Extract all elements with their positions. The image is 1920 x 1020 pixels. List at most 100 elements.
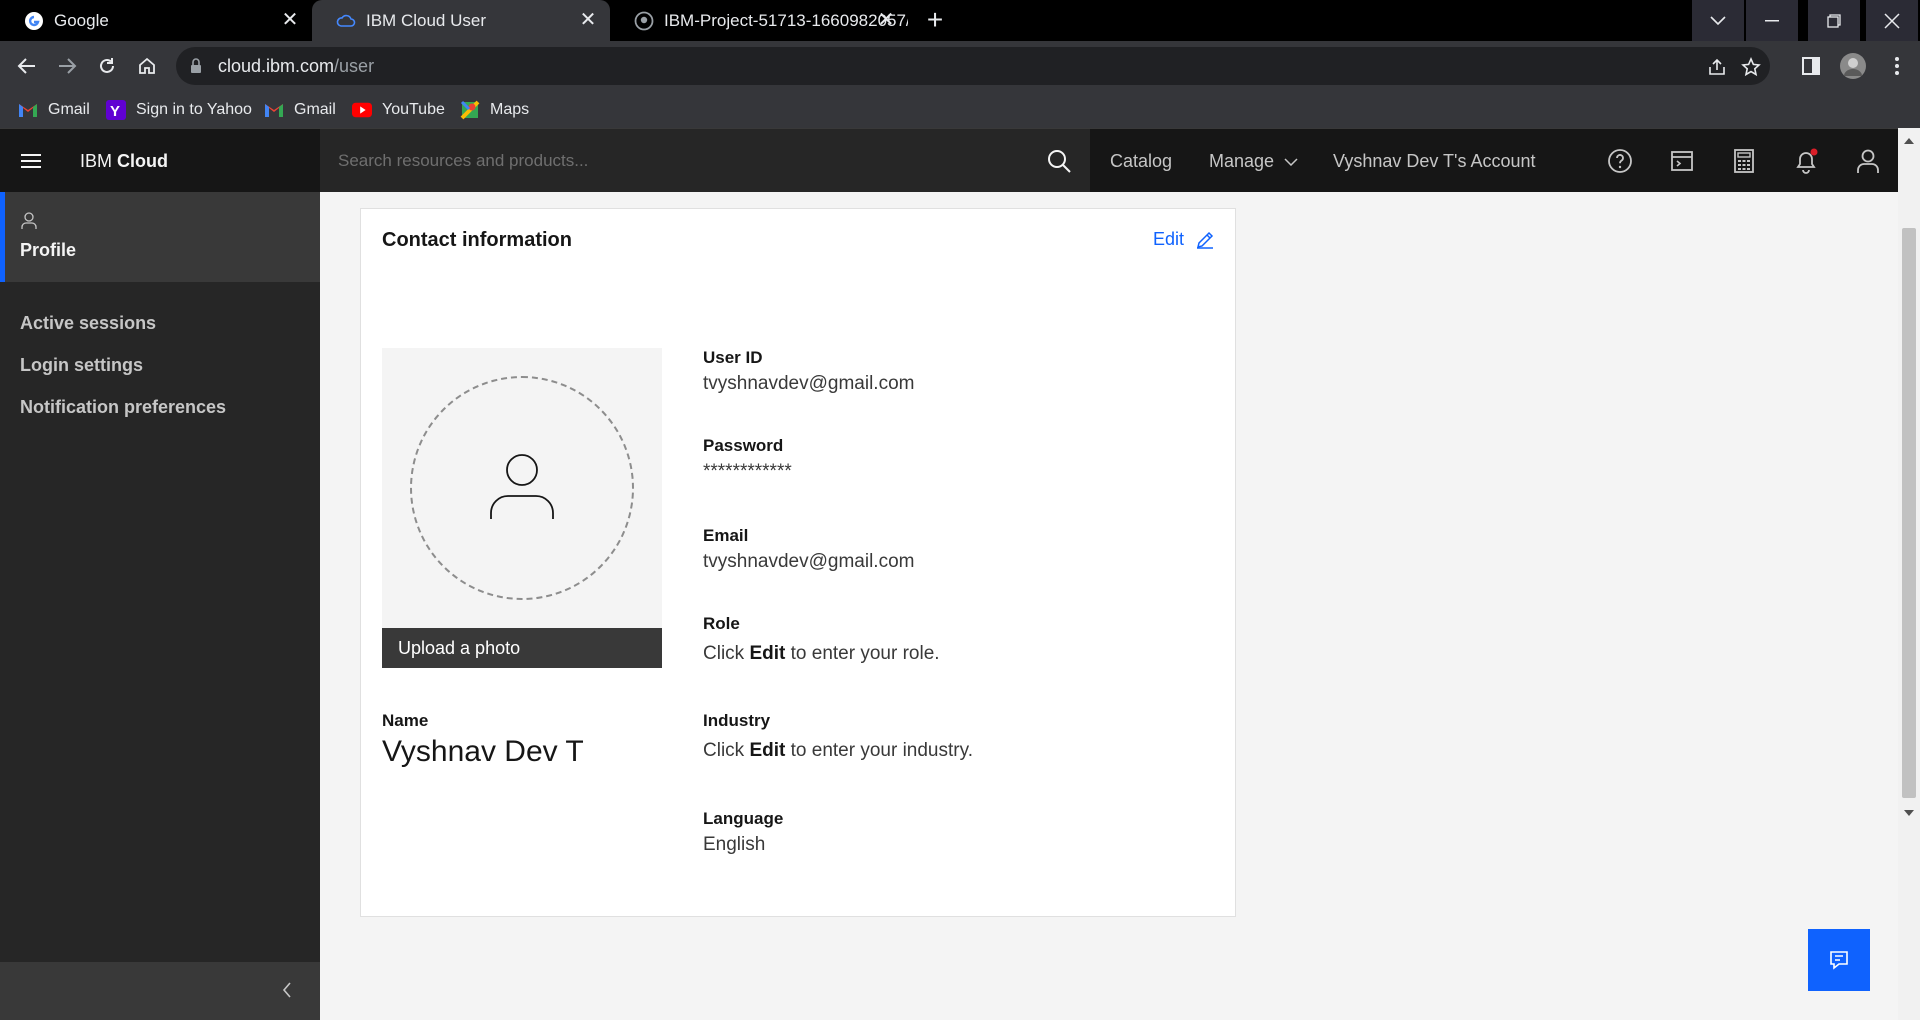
scroll-down-icon[interactable] bbox=[1903, 804, 1915, 822]
svg-text:Y: Y bbox=[110, 103, 120, 120]
account-switcher[interactable]: Vyshnav Dev T's Account bbox=[1333, 151, 1536, 172]
gmail-icon bbox=[18, 100, 38, 120]
back-arrow-icon bbox=[17, 58, 35, 74]
sidebar-item-login-settings[interactable]: Login settings bbox=[20, 355, 143, 376]
lock-icon bbox=[190, 58, 202, 79]
profile-photo bbox=[382, 348, 662, 628]
chevron-down-icon bbox=[1710, 15, 1726, 25]
sidebar-item-active-sessions[interactable]: Active sessions bbox=[20, 313, 156, 334]
manage-menu[interactable]: Manage bbox=[1209, 151, 1298, 172]
side-panel-icon bbox=[1802, 57, 1820, 75]
bookmark-star-icon[interactable] bbox=[1740, 56, 1762, 78]
feedback-button[interactable] bbox=[1808, 929, 1870, 991]
minimize-button[interactable] bbox=[1746, 0, 1798, 41]
bookmark-label: Sign in to Yahoo bbox=[136, 101, 252, 118]
search-input[interactable] bbox=[338, 145, 1018, 177]
catalog-link[interactable]: Catalog bbox=[1110, 151, 1172, 172]
reload-button[interactable] bbox=[92, 51, 122, 81]
restore-button[interactable] bbox=[1808, 0, 1860, 41]
scroll-up-icon[interactable] bbox=[1903, 132, 1915, 150]
bookmark-label: Gmail bbox=[48, 101, 90, 118]
ibm-cloud-logo[interactable]: IBM Cloud bbox=[80, 151, 168, 172]
email-label: Email bbox=[703, 526, 749, 545]
name-value: Vyshnav Dev T bbox=[382, 735, 584, 768]
yahoo-icon: Y bbox=[106, 100, 126, 120]
chevron-left-icon bbox=[282, 982, 292, 1003]
role-value: Click Edit to enter your role. bbox=[703, 643, 940, 664]
side-panel-button[interactable] bbox=[1796, 51, 1826, 81]
card-title: Contact information bbox=[382, 229, 572, 251]
url-text: cloud.ibm.com/user bbox=[218, 56, 375, 76]
tab-google[interactable]: Google ✕ bbox=[0, 0, 312, 41]
page-scrollbar[interactable] bbox=[1898, 128, 1920, 1020]
sidebar-item-label: Profile bbox=[20, 240, 77, 260]
password-value: ************ bbox=[703, 461, 792, 482]
bookmark-gmail-2[interactable]: Gmail bbox=[264, 97, 336, 123]
password-label: Password bbox=[703, 436, 784, 455]
notifications-icon[interactable] bbox=[1792, 147, 1820, 175]
avatar[interactable] bbox=[1838, 51, 1868, 81]
help-icon[interactable] bbox=[1606, 147, 1634, 175]
back-button[interactable] bbox=[12, 51, 42, 81]
search-bar bbox=[320, 129, 1090, 193]
role-label: Role bbox=[703, 614, 740, 633]
reload-icon bbox=[100, 58, 114, 73]
bookmark-label: Gmail bbox=[294, 101, 336, 118]
github-icon bbox=[634, 11, 654, 31]
collapse-sidebar-button[interactable] bbox=[0, 962, 320, 1020]
main-content: Contact information Edit Upload a photo … bbox=[320, 192, 1898, 1020]
language-label: Language bbox=[703, 809, 784, 828]
tab-search-button[interactable] bbox=[1692, 0, 1744, 41]
close-icon[interactable]: ✕ bbox=[876, 10, 896, 30]
bookmark-yahoo[interactable]: Y Sign in to Yahoo bbox=[106, 97, 252, 123]
industry-label: Industry bbox=[703, 711, 771, 730]
search-icon[interactable] bbox=[1046, 148, 1072, 174]
home-icon bbox=[139, 57, 155, 74]
tab-github-project[interactable]: IBM-Project-51713-1660982057/ ✕ bbox=[610, 0, 908, 41]
browser-menu-icon[interactable] bbox=[1882, 51, 1912, 81]
new-tab-button[interactable]: + bbox=[918, 6, 952, 36]
ibm-cloud-icon bbox=[336, 11, 356, 31]
bookmark-label: Maps bbox=[490, 101, 530, 118]
edit-label: Edit bbox=[1153, 229, 1185, 249]
user-id-value: tvyshnavdev@gmail.com bbox=[703, 373, 915, 394]
cost-estimator-icon[interactable] bbox=[1730, 147, 1758, 175]
tab-title: IBM-Project-51713-1660982057/ bbox=[664, 10, 908, 30]
manage-label: Manage bbox=[1209, 151, 1275, 171]
chat-feedback-icon bbox=[1830, 951, 1848, 970]
bookmark-youtube[interactable]: YouTube bbox=[352, 97, 445, 123]
browser-tab-bar: Google ✕ IBM Cloud User ✕ IBM-Project-51… bbox=[0, 0, 1920, 41]
tab-title: IBM Cloud User bbox=[366, 10, 486, 30]
close-icon[interactable]: ✕ bbox=[578, 10, 598, 30]
home-button[interactable] bbox=[132, 51, 162, 81]
bookmark-label: YouTube bbox=[382, 101, 445, 118]
name-label: Name bbox=[382, 711, 429, 730]
maps-icon bbox=[460, 100, 480, 120]
user-id-label: User ID bbox=[703, 348, 763, 367]
address-bar[interactable]: cloud.ibm.com/user bbox=[176, 47, 1770, 85]
hamburger-menu-icon[interactable] bbox=[12, 143, 50, 179]
bookmark-maps[interactable]: Maps bbox=[460, 97, 529, 123]
user-icon bbox=[21, 212, 37, 235]
profile-sidebar: Profile Active sessions Login settings N… bbox=[0, 192, 320, 1020]
ibm-cloud-header: IBM Cloud Catalog Manage Vyshnav Dev T's… bbox=[0, 128, 1898, 193]
close-icon[interactable]: ✕ bbox=[280, 10, 300, 30]
browser-toolbar: cloud.ibm.com/user bbox=[0, 41, 1920, 91]
pencil-icon bbox=[1197, 231, 1214, 249]
upload-photo-button[interactable]: Upload a photo bbox=[382, 628, 662, 668]
user-icon[interactable] bbox=[1854, 147, 1882, 175]
contact-information-card: Contact information Edit Upload a photo … bbox=[360, 208, 1236, 917]
industry-value: Click Edit to enter your industry. bbox=[703, 740, 973, 761]
chevron-down-icon bbox=[1284, 157, 1298, 166]
bookmark-gmail[interactable]: Gmail bbox=[18, 97, 90, 123]
edit-button[interactable]: Edit bbox=[1153, 229, 1214, 250]
scrollbar-thumb[interactable] bbox=[1902, 228, 1916, 798]
cloud-shell-icon[interactable] bbox=[1668, 147, 1696, 175]
sidebar-item-notification-preferences[interactable]: Notification preferences bbox=[20, 397, 226, 418]
close-window-button[interactable] bbox=[1866, 0, 1918, 41]
share-icon[interactable] bbox=[1706, 56, 1728, 78]
sidebar-item-profile[interactable]: Profile bbox=[0, 192, 320, 282]
tab-ibm-cloud-user[interactable]: IBM Cloud User ✕ bbox=[312, 0, 610, 41]
language-value: English bbox=[703, 834, 766, 855]
forward-button[interactable] bbox=[52, 51, 82, 81]
